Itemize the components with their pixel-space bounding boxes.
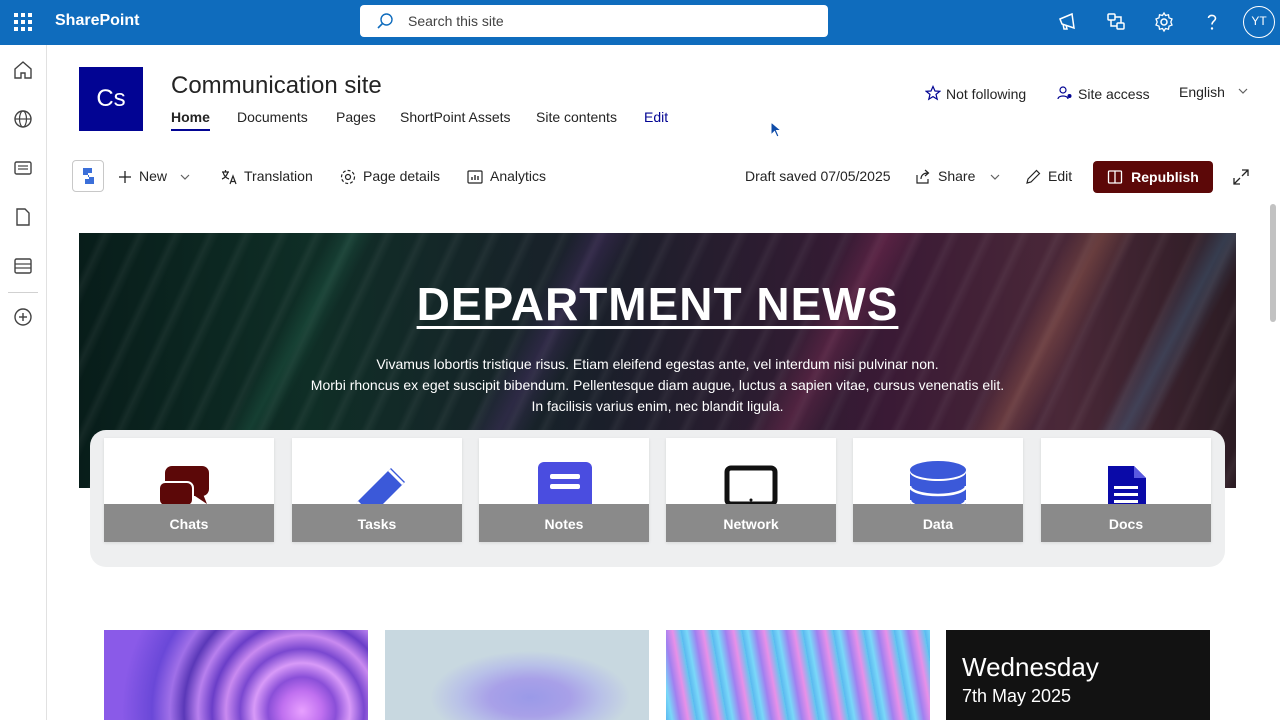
tile-network[interactable]: Network [666,438,836,542]
translation-icon [221,170,237,185]
search-icon [377,13,393,29]
republish-button[interactable]: Republish [1093,161,1213,193]
person-key-icon [1057,86,1072,100]
follow-button[interactable]: Not following [924,85,1027,102]
app-launcher-icon[interactable] [12,11,34,33]
megaphone-icon[interactable] [1056,10,1080,34]
chevron-down-icon [180,174,190,181]
tile-docs[interactable]: Docs [1041,438,1211,542]
list-icon[interactable] [12,255,34,277]
translation-label: Translation [244,168,313,184]
site-access-button[interactable]: Site access [1057,85,1150,102]
edit-button[interactable]: Edit [1024,168,1072,186]
analytics-icon [467,170,483,184]
gear-icon [340,170,356,185]
page-details-button[interactable]: Page details [339,168,440,186]
avatar[interactable]: YT [1243,6,1275,38]
tile-label: Data [922,516,954,532]
tile-label: Docs [1108,516,1144,532]
edit-label: Edit [1048,168,1073,184]
search-box[interactable]: Search this site [360,5,828,37]
follow-label: Not following [946,86,1027,102]
tile-data[interactable]: Data [853,438,1023,542]
tile-label: Chats [169,516,209,532]
new-label: New [139,168,168,184]
hero-title: DEPARTMENT NEWS [416,278,899,330]
chevron-down-icon [1238,88,1248,94]
search-placeholder: Search this site [408,13,504,29]
page-scrollbar[interactable] [1270,204,1276,322]
hero-body-line: In facilisis varius enim, nec blandit li… [531,398,784,414]
file-icon[interactable] [12,206,34,228]
hero-body-line: Vivamus lobortis tristique risus. Etiam … [376,356,939,372]
republish-label: Republish [1131,169,1199,185]
translation-button[interactable]: Translation [220,168,313,186]
date-card: Wednesday 7th May 2025 [946,630,1210,720]
nav-pages[interactable]: Pages [336,109,376,125]
share-label: Share [938,168,976,184]
site-logo[interactable]: Cs [79,67,143,131]
date-full: 7th May 2025 [962,686,1072,706]
app-brand[interactable]: SharePoint [55,12,139,30]
gear-icon[interactable] [1152,10,1176,34]
date-day: Wednesday [962,652,1099,682]
expand-icon[interactable] [1232,168,1250,186]
tile-label: Tasks [357,516,397,532]
nav-documents[interactable]: Documents [237,109,308,125]
mouse-cursor-icon [770,121,782,138]
plus-icon [119,171,131,184]
nav-shortpoint-assets[interactable]: ShortPoint Assets [400,109,511,125]
hero-body-line: Morbi rhoncus ex eget suscipit bibendum.… [310,377,1005,393]
tile-chats[interactable]: Chats [104,438,274,542]
pencil-icon [1026,169,1041,185]
tile-notes[interactable]: Notes [479,438,649,542]
suite-bar: SharePoint Search this site YT [0,0,1280,45]
star-icon [924,85,942,101]
book-open-icon [1108,170,1123,184]
left-app-rail [0,45,47,720]
share-icon [916,169,930,184]
page-details-label: Page details [363,168,441,184]
globe-icon[interactable] [12,108,34,130]
analytics-button[interactable]: Analytics [466,168,546,186]
image-card[interactable] [666,630,930,720]
hero-body: Vivamus lobortis tristique risus. Etiam … [79,354,1236,417]
news-icon[interactable] [12,157,34,179]
image-card[interactable] [104,630,368,720]
tile-label: Notes [544,516,584,532]
nav-home[interactable]: Home [171,109,210,131]
help-icon[interactable] [1200,10,1224,34]
nav-edit-link[interactable]: Edit [644,109,668,125]
site-access-label: Site access [1078,86,1150,102]
chevron-down-icon [990,174,1000,181]
tile-label: Network [723,516,779,532]
language-label: English [1179,84,1225,100]
people-network-icon[interactable] [1104,10,1128,34]
site-title[interactable]: Communication site [171,72,382,100]
language-selector[interactable]: English [1179,84,1249,100]
share-button[interactable]: Share [914,168,1007,186]
tile-tasks[interactable]: Tasks [292,438,462,542]
nav-site-contents[interactable]: Site contents [536,109,617,125]
image-card[interactable] [385,630,649,720]
new-button[interactable]: New [117,168,197,185]
draft-status: Draft saved 07/05/2025 [745,168,891,184]
analytics-label: Analytics [490,168,547,184]
home-icon[interactable] [12,59,34,81]
